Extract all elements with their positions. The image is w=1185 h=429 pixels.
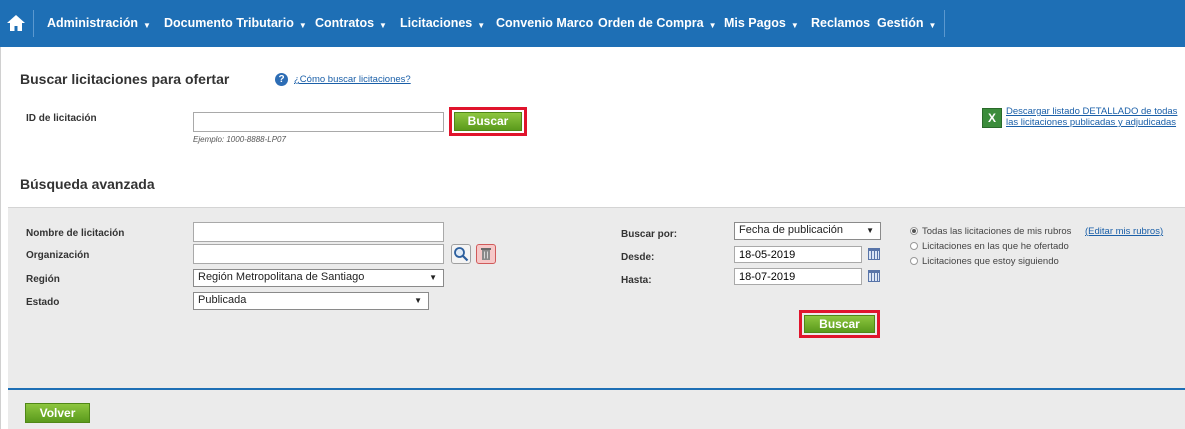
organizacion-input[interactable] xyxy=(193,244,444,264)
desde-date-input[interactable] xyxy=(734,246,862,263)
chevron-down-icon: ▼ xyxy=(708,21,717,30)
region-label: Región xyxy=(26,274,60,285)
search-icon[interactable] xyxy=(451,244,471,264)
nav-item-convenio-marco[interactable]: Convenio Marco xyxy=(496,0,593,47)
nombre-label: Nombre de licitación xyxy=(26,228,125,239)
nav-item-reclamos[interactable]: Reclamos xyxy=(811,0,870,47)
nav-item-contratos[interactable]: Contratos ▼ xyxy=(315,0,387,47)
estado-label: Estado xyxy=(26,297,60,308)
radio-siguiendo-label: Licitaciones que estoy siguiendo xyxy=(922,256,1059,267)
hasta-label: Hasta: xyxy=(621,275,652,286)
radio-ofertado-label: Licitaciones en las que he ofertado xyxy=(922,241,1069,252)
chevron-down-icon: ▼ xyxy=(143,21,151,30)
chevron-down-icon: ▼ xyxy=(928,21,937,30)
nav-item-mis-pagos[interactable]: Mis Pagos ▼ xyxy=(724,0,799,47)
id-example-hint: Ejemplo: 1000-8888-LP07 xyxy=(193,135,286,144)
editar-rubros-link[interactable]: (Editar mis rubros) xyxy=(1085,226,1163,237)
chevron-down-icon: ▼ xyxy=(298,21,307,30)
chevron-down-icon: ▼ xyxy=(477,21,486,30)
nav-item-orden-de-compra[interactable]: Orden de Compra ▼ xyxy=(598,0,717,47)
download-listado-link[interactable]: Descargar listado DETALLADO de todas las… xyxy=(1006,106,1184,128)
nav-item-gestion[interactable]: Gestión ▼ xyxy=(877,0,936,47)
nav-divider xyxy=(944,10,945,37)
hasta-date-input[interactable] xyxy=(734,268,862,285)
radio-mis-rubros[interactable] xyxy=(910,227,918,235)
desde-label: Desde: xyxy=(621,252,655,263)
dropdown-arrow-icon: ▼ xyxy=(429,273,437,282)
dropdown-arrow-icon: ▼ xyxy=(866,226,874,235)
advanced-search-title: Búsqueda avanzada xyxy=(20,176,155,192)
nav-item-documento-tributario[interactable]: Documento Tributario ▼ xyxy=(164,0,307,47)
radio-siguiendo[interactable] xyxy=(910,257,918,265)
region-select[interactable]: Región Metropolitana de Santiago ▼ xyxy=(193,269,444,287)
excel-icon[interactable]: X xyxy=(982,108,1002,128)
top-nav-bar: Administración ▼ Documento Tributario ▼ Co… xyxy=(0,0,1185,47)
calendar-icon[interactable] xyxy=(868,270,880,282)
help-icon[interactable]: ? xyxy=(275,73,288,86)
home-icon[interactable] xyxy=(6,13,26,33)
estado-select[interactable]: Publicada ▼ xyxy=(193,292,429,310)
buscar-avanzada-button[interactable]: Buscar xyxy=(804,315,875,333)
buscar-por-select[interactable]: Fecha de publicación ▼ xyxy=(734,222,881,240)
radio-ofertado[interactable] xyxy=(910,242,918,250)
id-licitacion-input[interactable] xyxy=(193,112,444,132)
nombre-input[interactable] xyxy=(193,222,444,242)
radio-mis-rubros-label: Todas las licitaciones de mis rubros xyxy=(922,226,1072,237)
page-title: Buscar licitaciones para ofertar xyxy=(20,71,230,87)
nav-divider xyxy=(33,10,34,37)
volver-button[interactable]: Volver xyxy=(25,403,90,423)
content-border xyxy=(0,47,1,429)
nav-item-licitaciones[interactable]: Licitaciones ▼ xyxy=(400,0,485,47)
footer-panel xyxy=(8,390,1185,429)
id-licitacion-label: ID de licitación xyxy=(26,113,97,124)
calendar-icon[interactable] xyxy=(868,248,880,260)
nav-item-administracion[interactable]: Administración ▼ xyxy=(47,0,151,47)
dropdown-arrow-icon: ▼ xyxy=(414,296,422,305)
buscar-por-label: Buscar por: xyxy=(621,229,678,240)
organizacion-label: Organización xyxy=(26,250,90,261)
buscar-id-button[interactable]: Buscar xyxy=(454,112,522,131)
help-link[interactable]: ¿Cómo buscar licitaciones? xyxy=(294,74,411,85)
trash-icon[interactable] xyxy=(476,244,496,264)
chevron-down-icon: ▼ xyxy=(790,21,799,30)
chevron-down-icon: ▼ xyxy=(379,21,387,30)
